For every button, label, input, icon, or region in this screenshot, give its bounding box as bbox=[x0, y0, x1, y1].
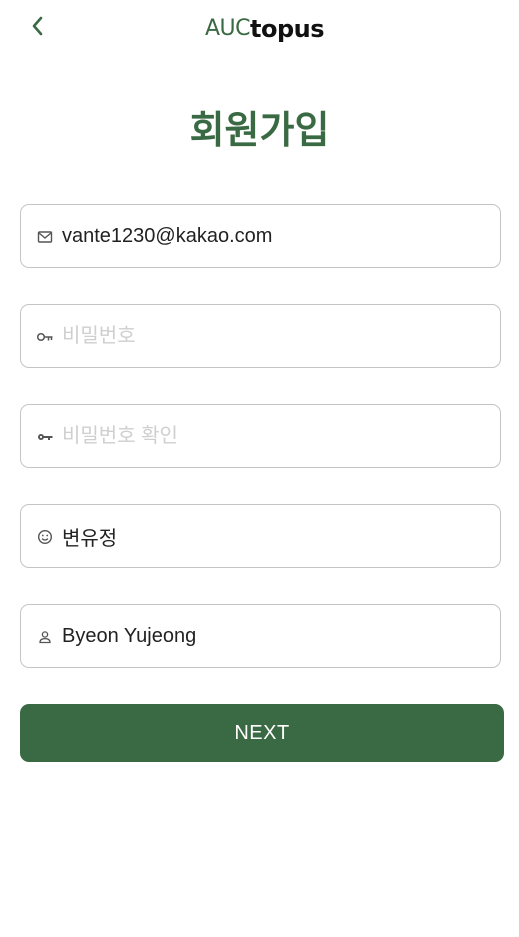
header-bar: AUC topus bbox=[0, 0, 519, 56]
page-title: 회원가입 bbox=[189, 108, 330, 152]
logo-text-topus: topus bbox=[250, 15, 325, 43]
next-button[interactable]: NEXT bbox=[20, 704, 504, 762]
person-icon bbox=[36, 628, 54, 646]
email-input[interactable] bbox=[62, 205, 482, 267]
nickname-field[interactable] bbox=[20, 504, 501, 568]
smile-icon bbox=[36, 528, 54, 546]
key-icon bbox=[36, 328, 54, 346]
nickname-input[interactable] bbox=[62, 505, 482, 567]
name-input[interactable] bbox=[62, 605, 482, 667]
password-field[interactable] bbox=[20, 304, 501, 368]
name-field[interactable] bbox=[20, 604, 501, 668]
password-input[interactable] bbox=[62, 305, 482, 367]
logo-text-auc: AUC bbox=[205, 16, 251, 41]
app-logo: AUC topus bbox=[205, 14, 325, 43]
chevron-left-icon bbox=[32, 16, 43, 36]
email-field[interactable] bbox=[20, 204, 501, 268]
password-confirm-field[interactable] bbox=[20, 404, 501, 468]
password-confirm-input[interactable] bbox=[62, 405, 482, 467]
back-button[interactable] bbox=[26, 14, 48, 38]
key-icon bbox=[36, 428, 54, 446]
mail-icon bbox=[36, 228, 54, 246]
